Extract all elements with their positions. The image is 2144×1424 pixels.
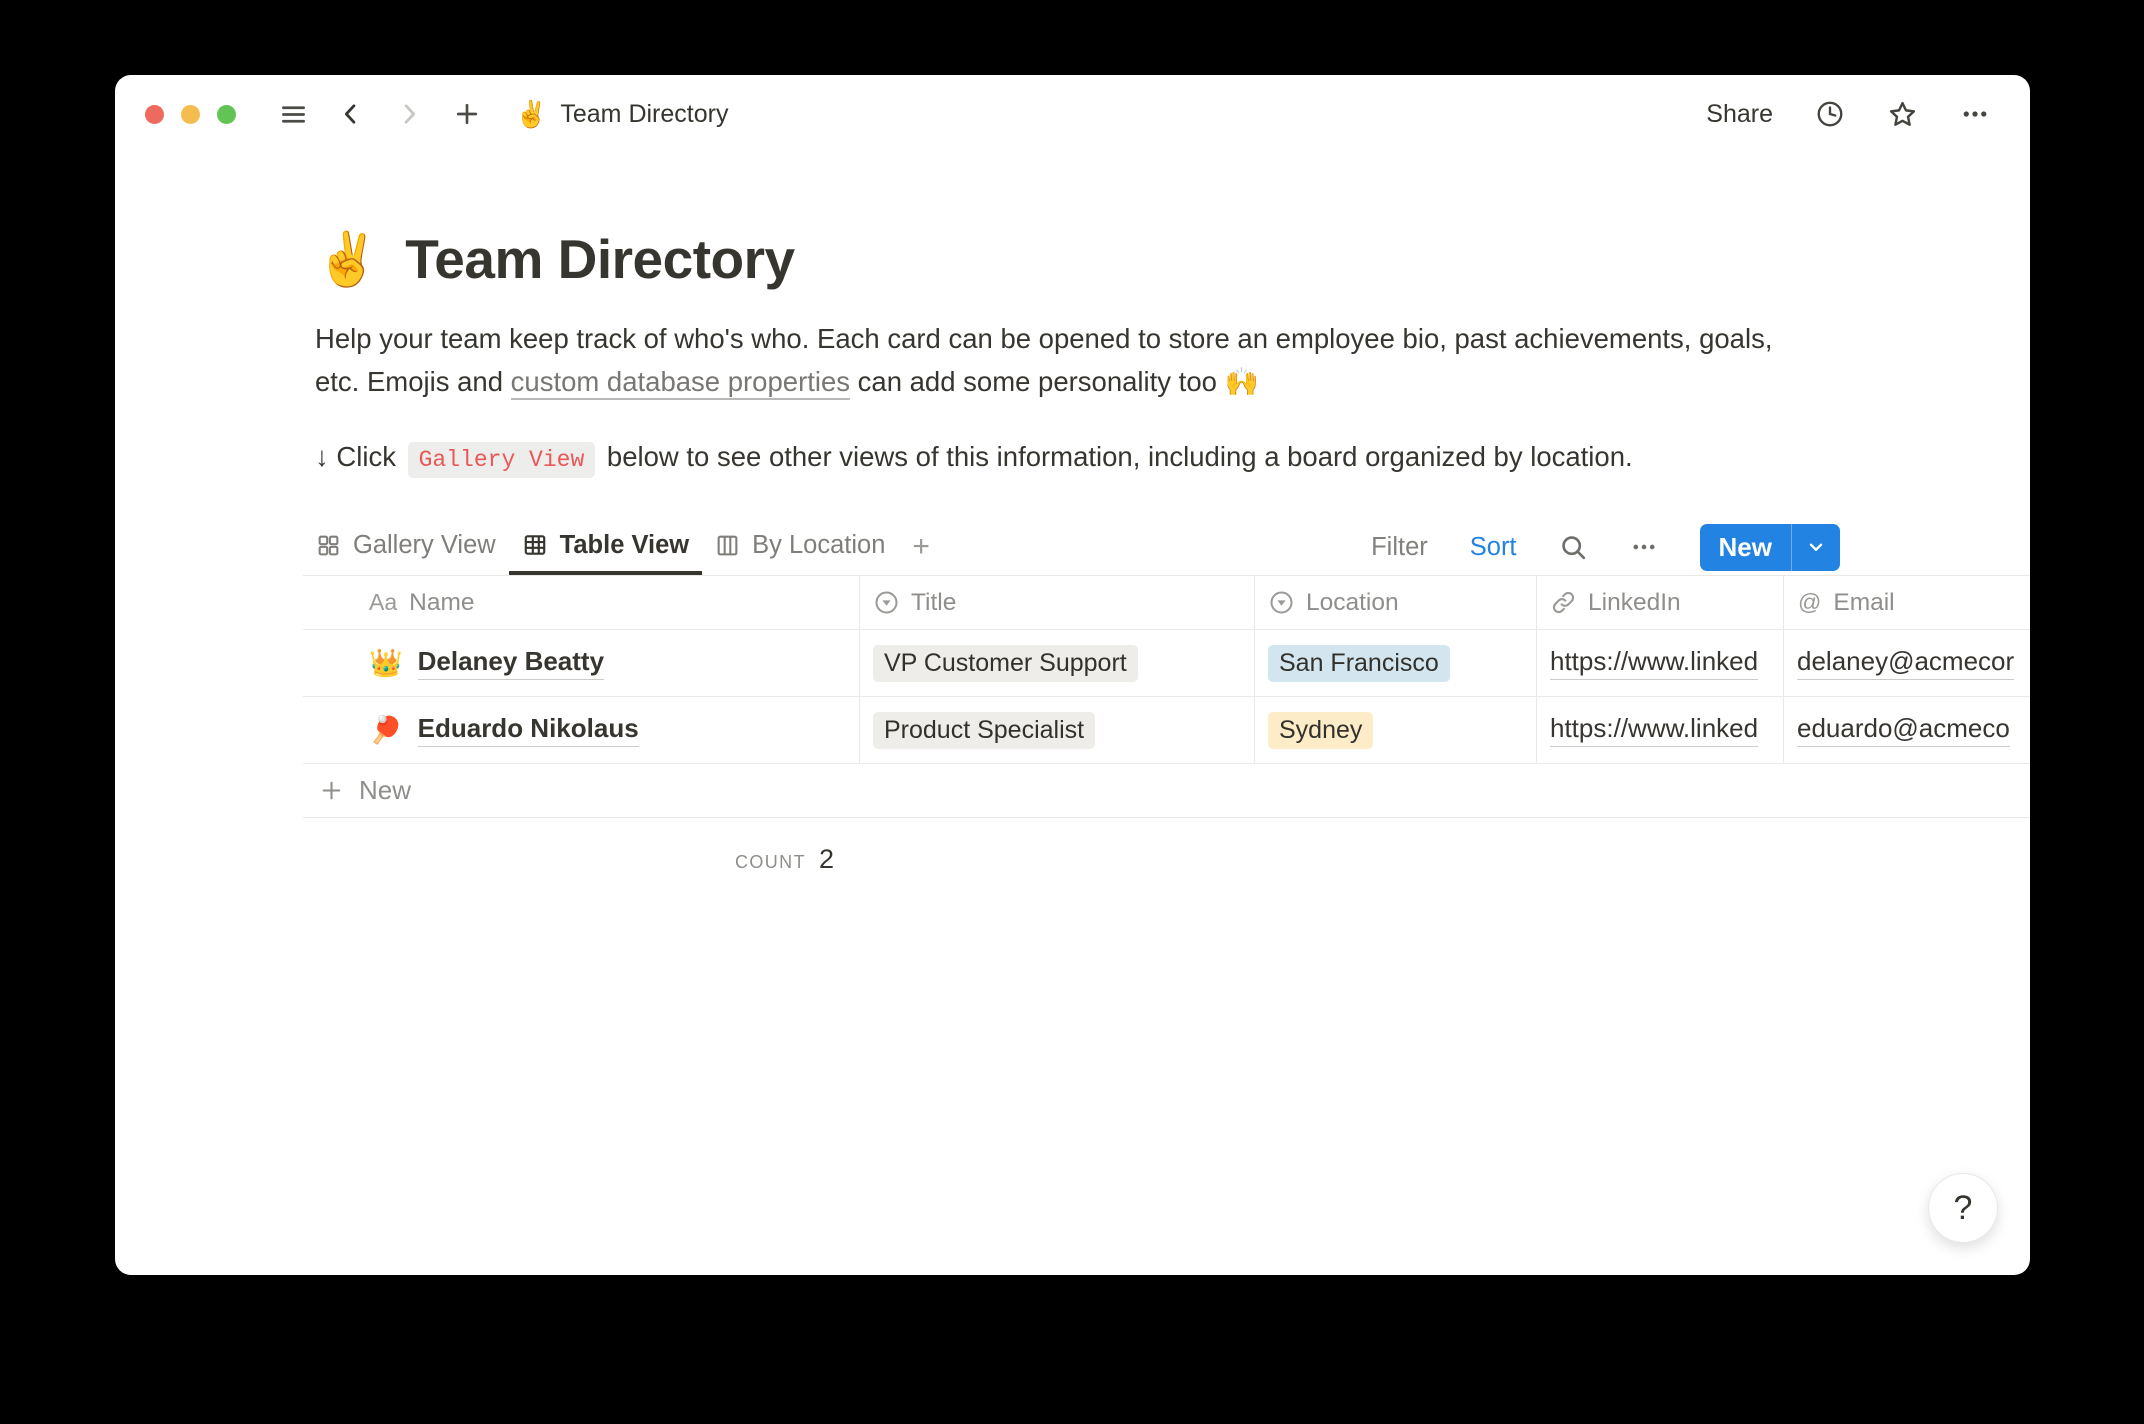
- custom-database-properties-link[interactable]: custom database properties: [511, 366, 850, 400]
- minimize-window-button[interactable]: [181, 105, 200, 124]
- linkedin-url-link[interactable]: https://www.linked: [1550, 713, 1758, 747]
- cell-email[interactable]: eduardo@acmeco: [1784, 697, 2030, 763]
- column-header-location[interactable]: Location: [1255, 576, 1537, 629]
- location-tag: Sydney: [1268, 712, 1373, 749]
- new-page-icon[interactable]: [453, 100, 481, 128]
- cell-name[interactable]: 🏓 Eduardo Nikolaus: [303, 697, 860, 763]
- title-tag: Product Specialist: [873, 712, 1095, 749]
- tab-table-view[interactable]: Table View: [509, 519, 702, 575]
- cell-title[interactable]: Product Specialist: [860, 697, 1255, 763]
- column-header-email[interactable]: @ Email: [1784, 576, 2030, 629]
- back-icon[interactable]: [337, 100, 365, 128]
- new-record-button[interactable]: New: [1700, 524, 1791, 571]
- table-row: 👑 Delaney Beatty VP Customer Support San…: [303, 630, 2030, 697]
- count-aggregate[interactable]: COUNT 2: [291, 818, 848, 875]
- table-view: Aa Name Title: [303, 576, 2030, 875]
- tab-gallery-view[interactable]: Gallery View: [303, 519, 509, 575]
- database-views-bar: Gallery View Table View: [303, 519, 2030, 576]
- page-title-emoji: ✌️: [315, 229, 379, 290]
- favorite-star-icon[interactable]: [1887, 99, 1918, 130]
- tab-label: Gallery View: [353, 531, 496, 560]
- row-emoji: 👑: [369, 647, 403, 679]
- row-emoji: 🏓: [369, 714, 403, 746]
- email-link[interactable]: delaney@acmecor: [1797, 646, 2014, 680]
- table-row: 🏓 Eduardo Nikolaus Product Specialist Sy…: [303, 697, 2030, 764]
- cell-name[interactable]: 👑 Delaney Beatty: [303, 630, 860, 696]
- help-button[interactable]: ?: [1928, 1173, 1998, 1243]
- sort-button[interactable]: Sort: [1470, 533, 1517, 562]
- sidebar-menu-icon[interactable]: [280, 101, 307, 128]
- new-button-group: New: [1700, 524, 1840, 571]
- count-value: 2: [819, 844, 834, 875]
- more-options-icon[interactable]: [1960, 99, 1990, 129]
- gallery-grid-icon: [316, 533, 341, 558]
- share-button[interactable]: Share: [1706, 100, 1773, 129]
- search-icon[interactable]: [1559, 533, 1588, 562]
- select-type-icon: [1269, 590, 1294, 615]
- page-description: Help your team keep track of who's who. …: [315, 318, 1785, 403]
- forward-icon[interactable]: [395, 100, 423, 128]
- table-icon: [522, 532, 548, 558]
- tab-label: By Location: [752, 531, 885, 560]
- column-header-title[interactable]: Title: [860, 576, 1255, 629]
- new-row-button[interactable]: New: [303, 764, 2030, 818]
- linkedin-url-link[interactable]: https://www.linked: [1550, 646, 1758, 680]
- titlebar: ✌️ Team Directory Share: [115, 75, 2030, 153]
- instruction-text: ↓ Click Gallery View below to see other …: [315, 441, 2030, 473]
- page-title: ✌️ Team Directory: [315, 227, 2030, 291]
- breadcrumb-title: Team Directory: [560, 100, 728, 129]
- email-link[interactable]: eduardo@acmeco: [1797, 713, 2010, 747]
- window-controls: [145, 105, 236, 124]
- maximize-window-button[interactable]: [217, 105, 236, 124]
- history-clock-icon[interactable]: [1815, 99, 1845, 129]
- cell-linkedin[interactable]: https://www.linked: [1537, 697, 1784, 763]
- count-label: COUNT: [735, 852, 806, 873]
- cell-email[interactable]: delaney@acmecor: [1784, 630, 2030, 696]
- url-type-icon: [1551, 590, 1576, 615]
- close-window-button[interactable]: [145, 105, 164, 124]
- breadcrumb[interactable]: ✌️ Team Directory: [515, 99, 728, 130]
- cell-location[interactable]: San Francisco: [1255, 630, 1537, 696]
- person-page-link[interactable]: Eduardo Nikolaus: [418, 713, 639, 747]
- person-page-link[interactable]: Delaney Beatty: [418, 646, 604, 680]
- tab-by-location[interactable]: By Location: [702, 519, 898, 575]
- view-options-icon[interactable]: [1630, 533, 1658, 561]
- cell-title[interactable]: VP Customer Support: [860, 630, 1255, 696]
- add-view-button[interactable]: +: [898, 519, 944, 575]
- plus-icon: [319, 778, 344, 803]
- email-type-icon: @: [1798, 589, 1821, 616]
- tab-label: Table View: [560, 531, 689, 560]
- column-header-linkedin[interactable]: LinkedIn: [1537, 576, 1784, 629]
- cell-linkedin[interactable]: https://www.linked: [1537, 630, 1784, 696]
- table-header-row: Aa Name Title: [303, 576, 2030, 630]
- new-button-chevron-down-icon[interactable]: [1791, 524, 1840, 571]
- cell-location[interactable]: Sydney: [1255, 697, 1537, 763]
- select-type-icon: [874, 590, 899, 615]
- gallery-view-code-chip: Gallery View: [408, 442, 596, 478]
- filter-button[interactable]: Filter: [1371, 533, 1428, 562]
- location-tag: San Francisco: [1268, 645, 1450, 682]
- column-header-name[interactable]: Aa Name: [303, 576, 860, 629]
- title-tag: VP Customer Support: [873, 645, 1138, 682]
- notion-app-window: ✌️ Team Directory Share: [115, 75, 2030, 1275]
- text-type-icon: Aa: [369, 589, 397, 616]
- board-columns-icon: [715, 533, 740, 558]
- page-emoji: ✌️: [515, 99, 547, 130]
